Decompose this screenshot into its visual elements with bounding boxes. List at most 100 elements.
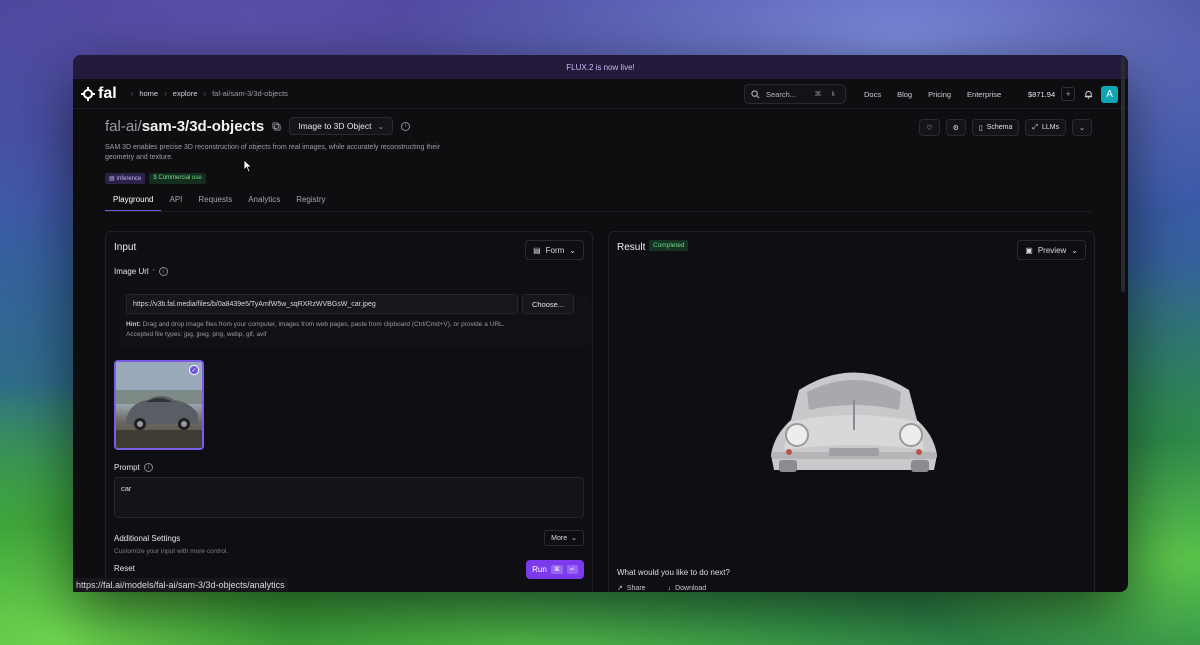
reset-button[interactable]: Reset — [114, 564, 135, 573]
choose-file-button[interactable]: Choose... — [522, 294, 574, 314]
model-tags: ▤ Inference $ Commercial use — [105, 173, 465, 184]
llms-button[interactable]: ⤢ LLMs — [1025, 119, 1067, 136]
tab-requests[interactable]: Requests — [190, 195, 240, 212]
info-icon[interactable]: i — [401, 121, 411, 131]
tab-registry[interactable]: Registry — [288, 195, 333, 212]
tag-inference-label: Inference — [116, 176, 142, 182]
chevron-down-icon: ⌄ — [1079, 124, 1085, 132]
model-name: sam-3/3d-objects — [141, 117, 265, 135]
more-label: More — [551, 534, 568, 542]
chevron-right-icon: › — [164, 89, 167, 98]
bell-icon — [1084, 90, 1092, 99]
form-label: Form — [545, 245, 565, 255]
logo-text: fal — [98, 84, 117, 102]
browser-window: FLUX.2 is now live! fal › home › explore… — [73, 55, 1128, 592]
chevron-right-icon: › — [203, 89, 207, 98]
notifications-button[interactable] — [1081, 87, 1095, 101]
preview-dropdown[interactable]: ▣ Preview ⌄ — [1017, 240, 1086, 260]
image-url-label: Image Url * i — [114, 267, 168, 276]
fal-logo-icon — [81, 86, 95, 101]
nav-enterprise[interactable]: Enterprise — [967, 90, 1001, 99]
nav-pricing[interactable]: Pricing — [928, 90, 951, 99]
enter-key-icon: ↵ — [566, 565, 578, 574]
chevron-down-icon: ⌄ — [1071, 245, 1078, 255]
prompt-textarea[interactable]: car — [114, 477, 584, 518]
status-badge: Completed — [649, 240, 689, 251]
info-icon[interactable]: i — [158, 267, 168, 276]
add-credits-button[interactable]: + — [1061, 87, 1076, 101]
form-view-dropdown[interactable]: ▤ Form ⌄ — [525, 240, 584, 260]
tab-api[interactable]: API — [161, 195, 190, 212]
result-actions: ↗ Share ↓ Download — [617, 584, 707, 593]
command-key-icon: ⌘ — [550, 565, 563, 574]
tab-analytics[interactable]: Analytics — [240, 195, 288, 212]
3d-model-viewer[interactable] — [759, 360, 949, 475]
scrollbar[interactable] — [1121, 57, 1125, 292]
prompt-label-text: Prompt — [114, 463, 140, 472]
mouse-cursor-icon — [243, 159, 253, 173]
image-url-input[interactable]: https://v3b.fal.media/files/b/0a8439e5/T… — [126, 294, 518, 314]
tag-inference: ▤ Inference — [105, 173, 146, 184]
breadcrumb-explore[interactable]: explore — [173, 89, 198, 98]
share-icon: ↗ — [617, 585, 623, 592]
more-options-button[interactable]: ⌄ — [1072, 119, 1092, 136]
download-button[interactable]: ↓ Download — [668, 584, 707, 592]
input-title: Input — [114, 242, 137, 253]
result-title: Result — [617, 242, 646, 253]
search-placeholder: Search... — [766, 89, 797, 99]
search-shortcut: ⌘ k — [814, 91, 839, 98]
image-url-hint: Hint: Drag and drop image files from you… — [126, 320, 576, 340]
breadcrumb: › home › explore › fal-ai/sam-3/3d-objec… — [131, 89, 288, 98]
result-panel: Result Completed ▣ Preview ⌄ What would … — [608, 231, 1095, 592]
form-icon: ▤ — [533, 245, 541, 255]
info-icon[interactable]: i — [143, 463, 153, 472]
avatar[interactable]: A — [1101, 85, 1119, 103]
tab-playground[interactable]: Playground — [105, 195, 162, 212]
gear-icon: ⚙ — [952, 124, 959, 132]
announcement-text[interactable]: FLUX.2 is now live! — [566, 63, 634, 72]
plus-icon: + — [1065, 89, 1071, 99]
nav-blog[interactable]: Blog — [897, 90, 912, 99]
tag-commercial: $ Commercial use — [149, 173, 206, 184]
announcement-banner[interactable]: FLUX.2 is now live! — [73, 55, 1128, 79]
breadcrumb-current[interactable]: fal-ai/sam-3/3d-objects — [212, 89, 288, 98]
settings-button[interactable]: ⚙ — [945, 119, 966, 136]
run-button[interactable]: Run ⌘ ↵ — [526, 560, 584, 579]
top-nav: fal › home › explore › fal-ai/sam-3/3d-o… — [73, 79, 1128, 109]
additional-settings-subtitle: Customize your input with more control. — [114, 548, 229, 555]
search-icon — [751, 89, 760, 98]
share-button[interactable]: ↗ Share — [617, 584, 646, 593]
download-label: Download — [675, 584, 707, 592]
credits-balance[interactable]: $871.94 — [1028, 90, 1055, 99]
model-owner: fal-ai/ — [105, 117, 142, 135]
more-settings-button[interactable]: More ⌄ — [544, 530, 584, 546]
account-area: $871.94 + A — [1028, 79, 1119, 109]
chevron-down-icon: ⌄ — [377, 121, 385, 131]
mode-label: Image to 3D Object — [298, 121, 372, 131]
copy-icon[interactable] — [272, 121, 281, 131]
schema-button[interactable]: ▯ Schema — [971, 119, 1020, 136]
check-icon: ✓ — [189, 365, 199, 375]
nav-links: Docs Blog Pricing Enterprise — [864, 79, 1001, 109]
header-actions: ♡ ⚙ ▯ Schema ⤢ LLMs ⌄ — [919, 119, 1092, 136]
additional-settings-title: Additional Settings — [114, 534, 181, 543]
chevron-down-icon: ⌄ — [569, 245, 576, 255]
car-photo — [116, 362, 202, 448]
hint-text: Drag and drop image files from your comp… — [142, 321, 505, 328]
breadcrumb-home[interactable]: home — [139, 89, 158, 98]
search-input[interactable]: Search... ⌘ k — [744, 84, 846, 104]
mode-dropdown[interactable]: Image to 3D Object ⌄ — [289, 117, 394, 135]
favorite-button[interactable]: ♡ — [919, 119, 940, 136]
download-icon: ↓ — [667, 584, 672, 592]
preview-label: Preview — [1037, 245, 1067, 255]
chevron-right-icon: › — [130, 89, 134, 98]
nav-docs[interactable]: Docs — [864, 90, 881, 99]
heart-icon: ♡ — [926, 124, 933, 132]
page-title: fal-ai/sam-3/3d-objects — [105, 118, 264, 135]
tab-divider — [105, 211, 1092, 212]
fal-logo[interactable]: fal — [81, 85, 117, 103]
image-thumbnail[interactable]: ✓ — [114, 360, 204, 450]
prompt-label: Prompt i — [114, 463, 153, 472]
share-label: Share — [626, 584, 646, 592]
model-header: fal-ai/sam-3/3d-objects Image to 3D Obje… — [105, 117, 465, 184]
